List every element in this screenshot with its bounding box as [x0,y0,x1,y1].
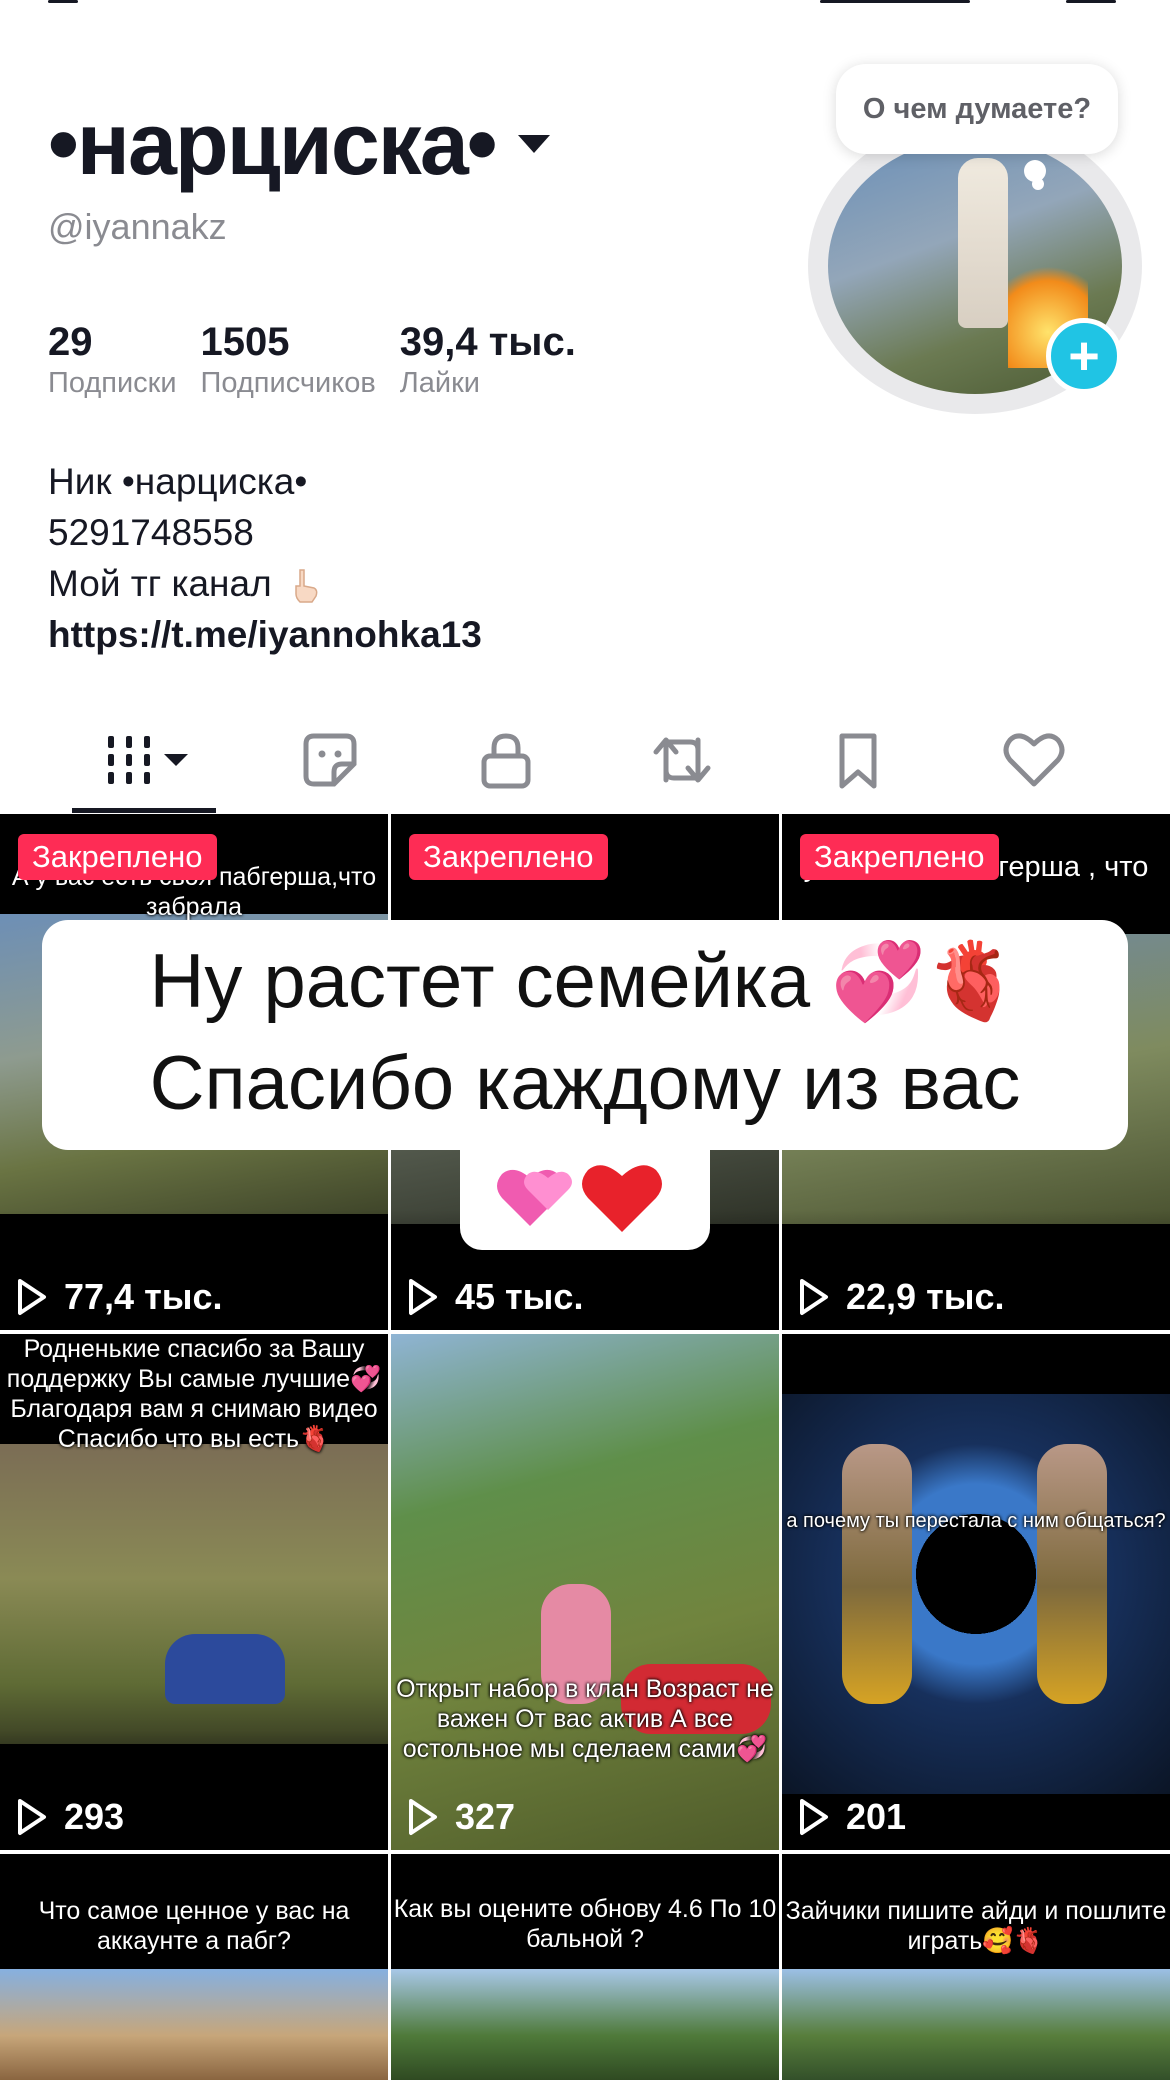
overlay-text-line: Ну растет семейка 💞🫀 [149,939,1021,1024]
play-icon [409,1799,437,1835]
bio-line: Мой тг канал [48,563,272,604]
character-shape [842,1444,912,1704]
view-count-value: 45 тыс. [455,1276,584,1317]
stat-followers[interactable]: 1505 Подписчиков [201,318,376,400]
view-count-value: 201 [846,1796,907,1837]
stat-label: Лайки [399,367,480,399]
overlay-text-line: Спасибо каждому из вас [149,1041,1021,1126]
video-caption: Как вы оцените обнову 4.6 По 10 бальной … [393,1895,777,1953]
play-icon [18,1279,46,1315]
profile-stats: 29 Подписки 1505 Подписчиков 39,4 тыс. Л… [48,318,576,400]
view-count: 293 [16,1796,124,1838]
profile-display-name: •нарциска• [48,94,498,193]
video-tile[interactable]: Что самое ценное у вас на аккаунте а паб… [0,1854,388,2080]
video-caption: Открыт набор в клан Возраст не важен От … [396,1675,774,1763]
view-count: 201 [798,1796,906,1838]
bio-line-with-emoji: Мой тг канал [48,558,482,609]
stat-value: 29 [48,320,93,364]
stat-value: 1505 [200,320,290,364]
play-icon [409,1279,437,1315]
hearts-emoji-icon [497,1165,662,1232]
video-thumbnail [0,1969,388,2080]
tab-reposts[interactable] [632,720,732,800]
bio-line: 5291748558 [48,512,254,553]
stat-likes[interactable]: 39,4 тыс. Лайки [400,318,576,400]
profile-bio: Ник •нарциска• 5291748558 Мой тг канал h… [48,456,482,660]
video-thumbnail [782,1394,1170,1794]
bio-line: Ник •нарциска• [48,461,308,502]
grid-icon [108,736,188,784]
profile-name-row[interactable]: •нарциска• [48,94,550,194]
profile-username: @iyannakz [48,206,227,247]
view-count: 327 [407,1796,515,1838]
tab-private[interactable] [456,720,556,800]
play-icon [800,1279,828,1315]
lock-icon [481,733,531,789]
pointing-down-icon [295,569,318,603]
stat-label: Подписки [48,367,177,399]
add-story-button[interactable]: + [1046,318,1122,394]
bio-link[interactable]: https://t.me/iyannohka13 [48,609,482,660]
video-tile[interactable]: Как вы оцените обнову 4.6 По 10 бальной … [391,1854,779,2080]
avatar-character [958,158,1008,328]
video-caption: а почему ты перестала с ним общаться? [786,1510,1166,1532]
video-caption: Что самое ценное у вас на аккаунте а паб… [38,1897,350,1955]
tab-liked[interactable] [984,720,1084,800]
car-shape [165,1634,285,1704]
view-count-value: 77,4 тыс. [64,1276,223,1317]
view-count-value: 22,9 тыс. [846,1276,1005,1317]
tab-stickers[interactable] [280,720,380,800]
heart-icon [1003,733,1065,787]
character-shape [1037,1444,1107,1704]
status-bar-fragment [0,0,1170,14]
pinned-badge: Закреплено [800,834,999,880]
pinned-badge: Закреплено [409,834,608,880]
pinned-badge: Закреплено [18,834,217,880]
active-tab-indicator [72,808,216,813]
repost-icon [653,737,711,783]
sticker-icon [303,733,357,787]
tab-videos[interactable] [96,720,196,800]
stat-following[interactable]: 29 Подписки [48,318,177,400]
video-thumbnail [782,1969,1170,2080]
stat-label: Подписчиков [200,367,376,399]
video-caption: Родненькие спасибо за Вашу поддержку Вы … [6,1335,382,1453]
video-tile[interactable]: Родненькие спасибо за Вашу поддержку Вы … [0,1334,388,1850]
video-tile[interactable]: Зайчики пишите айди и пошлите играть🥰🫀 [782,1854,1170,2080]
chevron-down-icon[interactable] [517,135,550,153]
view-count: 45 тыс. [407,1276,583,1318]
view-count: 22,9 тыс. [798,1276,1004,1318]
view-count: 77,4 тыс. [16,1276,222,1318]
stat-value: 39,4 тыс. [399,320,576,364]
video-tile[interactable]: а почему ты перестала с ним общаться? 20… [782,1334,1170,1850]
thought-bubble-dot [1032,178,1044,190]
video-caption: Зайчики пишите айди и пошлите играть🥰🫀 [785,1897,1167,1955]
thought-bubble[interactable]: О чем думаете? [836,64,1118,154]
profile-tabs [0,720,1170,814]
view-count-value: 293 [64,1796,125,1837]
profile-avatar-area[interactable]: + [808,118,1146,416]
view-count-value: 327 [455,1796,516,1837]
video-thumbnail [391,1969,779,2080]
play-icon [18,1799,46,1835]
play-icon [800,1799,828,1835]
video-tile[interactable]: Открыт набор в клан Возраст не важен От … [391,1334,779,1850]
bookmark-icon [839,733,877,789]
tab-favorites[interactable] [808,720,908,800]
